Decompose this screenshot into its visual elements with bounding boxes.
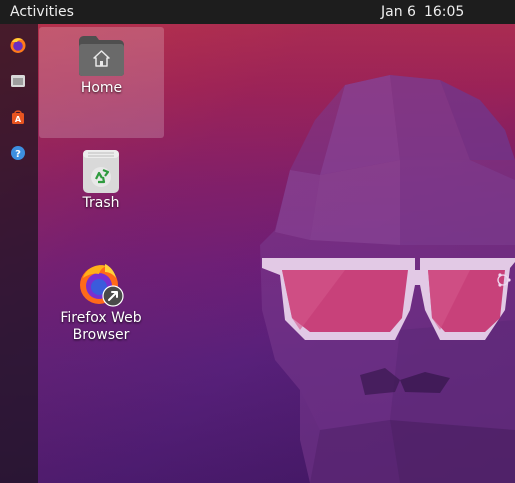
desktop-icon-label: Home (80, 80, 123, 96)
help-icon: ? (11, 146, 25, 160)
clock-date: Jan 6 (381, 4, 416, 20)
desktop-icon-label: Trash (82, 195, 120, 211)
firefox-icon (77, 260, 125, 313)
files-icon (11, 75, 25, 87)
firefox-icon (10, 38, 26, 53)
software-center-icon: A (12, 110, 24, 124)
dock-item-help[interactable]: ? (5, 140, 31, 166)
desktop-icon-firefox[interactable]: Firefox Web Browser (50, 258, 152, 348)
trash-icon (82, 148, 120, 199)
desktop-icon-label: Firefox Web Browser (60, 310, 142, 343)
clock-time: 16:05 (423, 4, 465, 20)
dock-item-firefox[interactable] (5, 32, 31, 58)
desktop-icon-trash[interactable]: Trash (55, 145, 147, 215)
activities-button[interactable]: Activities (10, 0, 74, 24)
desktop-screen: Activities Jan 6 16:05 A ? Home Trash Fi… (0, 0, 515, 483)
home-folder-icon (78, 35, 125, 82)
dock-item-files[interactable] (5, 68, 31, 94)
svg-text:?: ? (15, 149, 21, 160)
svg-text:A: A (15, 115, 22, 124)
desktop-icon-home[interactable]: Home (39, 27, 164, 138)
dock: A ? (0, 24, 38, 483)
clock-button[interactable]: Jan 6 16:05 (381, 0, 464, 24)
dock-item-software[interactable]: A (5, 104, 31, 130)
top-bar: Activities Jan 6 16:05 (0, 0, 515, 24)
